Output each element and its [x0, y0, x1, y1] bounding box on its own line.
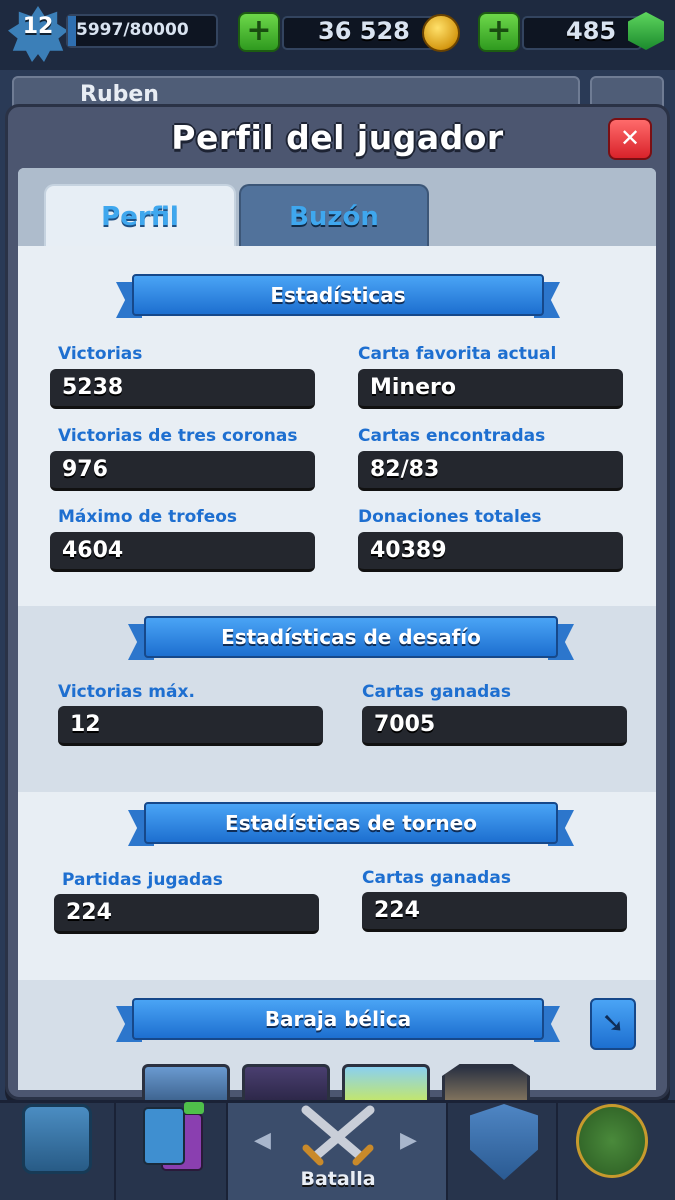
nav-left-arrow-icon[interactable]: ◀	[254, 1128, 271, 1153]
stat-label-tournament-cards-won: Cartas ganadas	[362, 868, 511, 888]
cards-icon	[143, 1102, 204, 1171]
gold-coin-icon	[422, 14, 460, 52]
xp-text: 5997/80000	[76, 20, 189, 40]
section-ribbon-tournament: Estadísticas de torneo	[144, 802, 558, 844]
tab-mailbox[interactable]: Buzón	[239, 184, 429, 246]
stat-label-three-crown-wins: Victorias de tres coronas	[58, 426, 298, 446]
stat-value-challenge-cards-won: 7005	[362, 706, 627, 746]
gold-amount: 36 528	[318, 17, 410, 45]
stat-value-games-played: 224	[54, 894, 319, 934]
chest-icon	[22, 1104, 92, 1174]
stat-value-three-crown-wins: 976	[50, 451, 315, 491]
stat-value-cards-found: 82/83	[358, 451, 623, 491]
stat-label-max-wins: Victorias máx.	[58, 682, 195, 702]
stat-value-max-wins: 12	[58, 706, 323, 746]
nav-battle-label: Batalla	[300, 1168, 376, 1190]
stat-value-total-donations: 40389	[358, 532, 623, 572]
section-ribbon-challenge: Estadísticas de desafío	[144, 616, 558, 658]
arrow-icon: ➘	[601, 1006, 625, 1039]
modal-title: Perfil del jugador	[171, 118, 504, 157]
section-ribbon-stats: Estadísticas	[132, 274, 544, 316]
add-gems-button[interactable]: +	[478, 12, 520, 52]
deck-card[interactable]	[442, 1064, 530, 1104]
section-ribbon-deck: Baraja bélica	[132, 998, 544, 1040]
stat-value-favorite-card: Minero	[358, 369, 623, 409]
add-gold-button[interactable]: +	[238, 12, 280, 52]
deck-card[interactable]	[242, 1064, 330, 1104]
gems-amount: 485	[566, 17, 617, 45]
stat-label-favorite-card: Carta favorita actual	[358, 344, 557, 364]
stat-label-wins: Victorias	[58, 344, 143, 364]
stat-label-challenge-cards-won: Cartas ganadas	[362, 682, 511, 702]
close-button[interactable]: ✕	[608, 118, 652, 160]
quest-icon	[576, 1104, 648, 1178]
stat-label-cards-found: Cartas encontradas	[358, 426, 546, 446]
xp-bar-fill	[68, 16, 76, 46]
stat-label-games-played: Partidas jugadas	[62, 870, 223, 890]
copy-deck-button[interactable]: ➘	[590, 998, 636, 1050]
player-level: 12	[22, 14, 54, 39]
crossed-swords-icon	[301, 1105, 375, 1166]
stat-value-max-trophies: 4604	[50, 532, 315, 572]
stat-value-wins: 5238	[50, 369, 315, 409]
stat-label-max-trophies: Máximo de trofeos	[58, 507, 238, 527]
tab-profile[interactable]: Perfil	[44, 184, 236, 246]
stat-label-total-donations: Donaciones totales	[358, 507, 542, 527]
deck-card[interactable]	[342, 1064, 430, 1104]
deck-card[interactable]	[142, 1064, 230, 1104]
stat-value-tournament-cards-won: 224	[362, 892, 627, 932]
nav-right-arrow-icon[interactable]: ▶	[400, 1128, 417, 1153]
